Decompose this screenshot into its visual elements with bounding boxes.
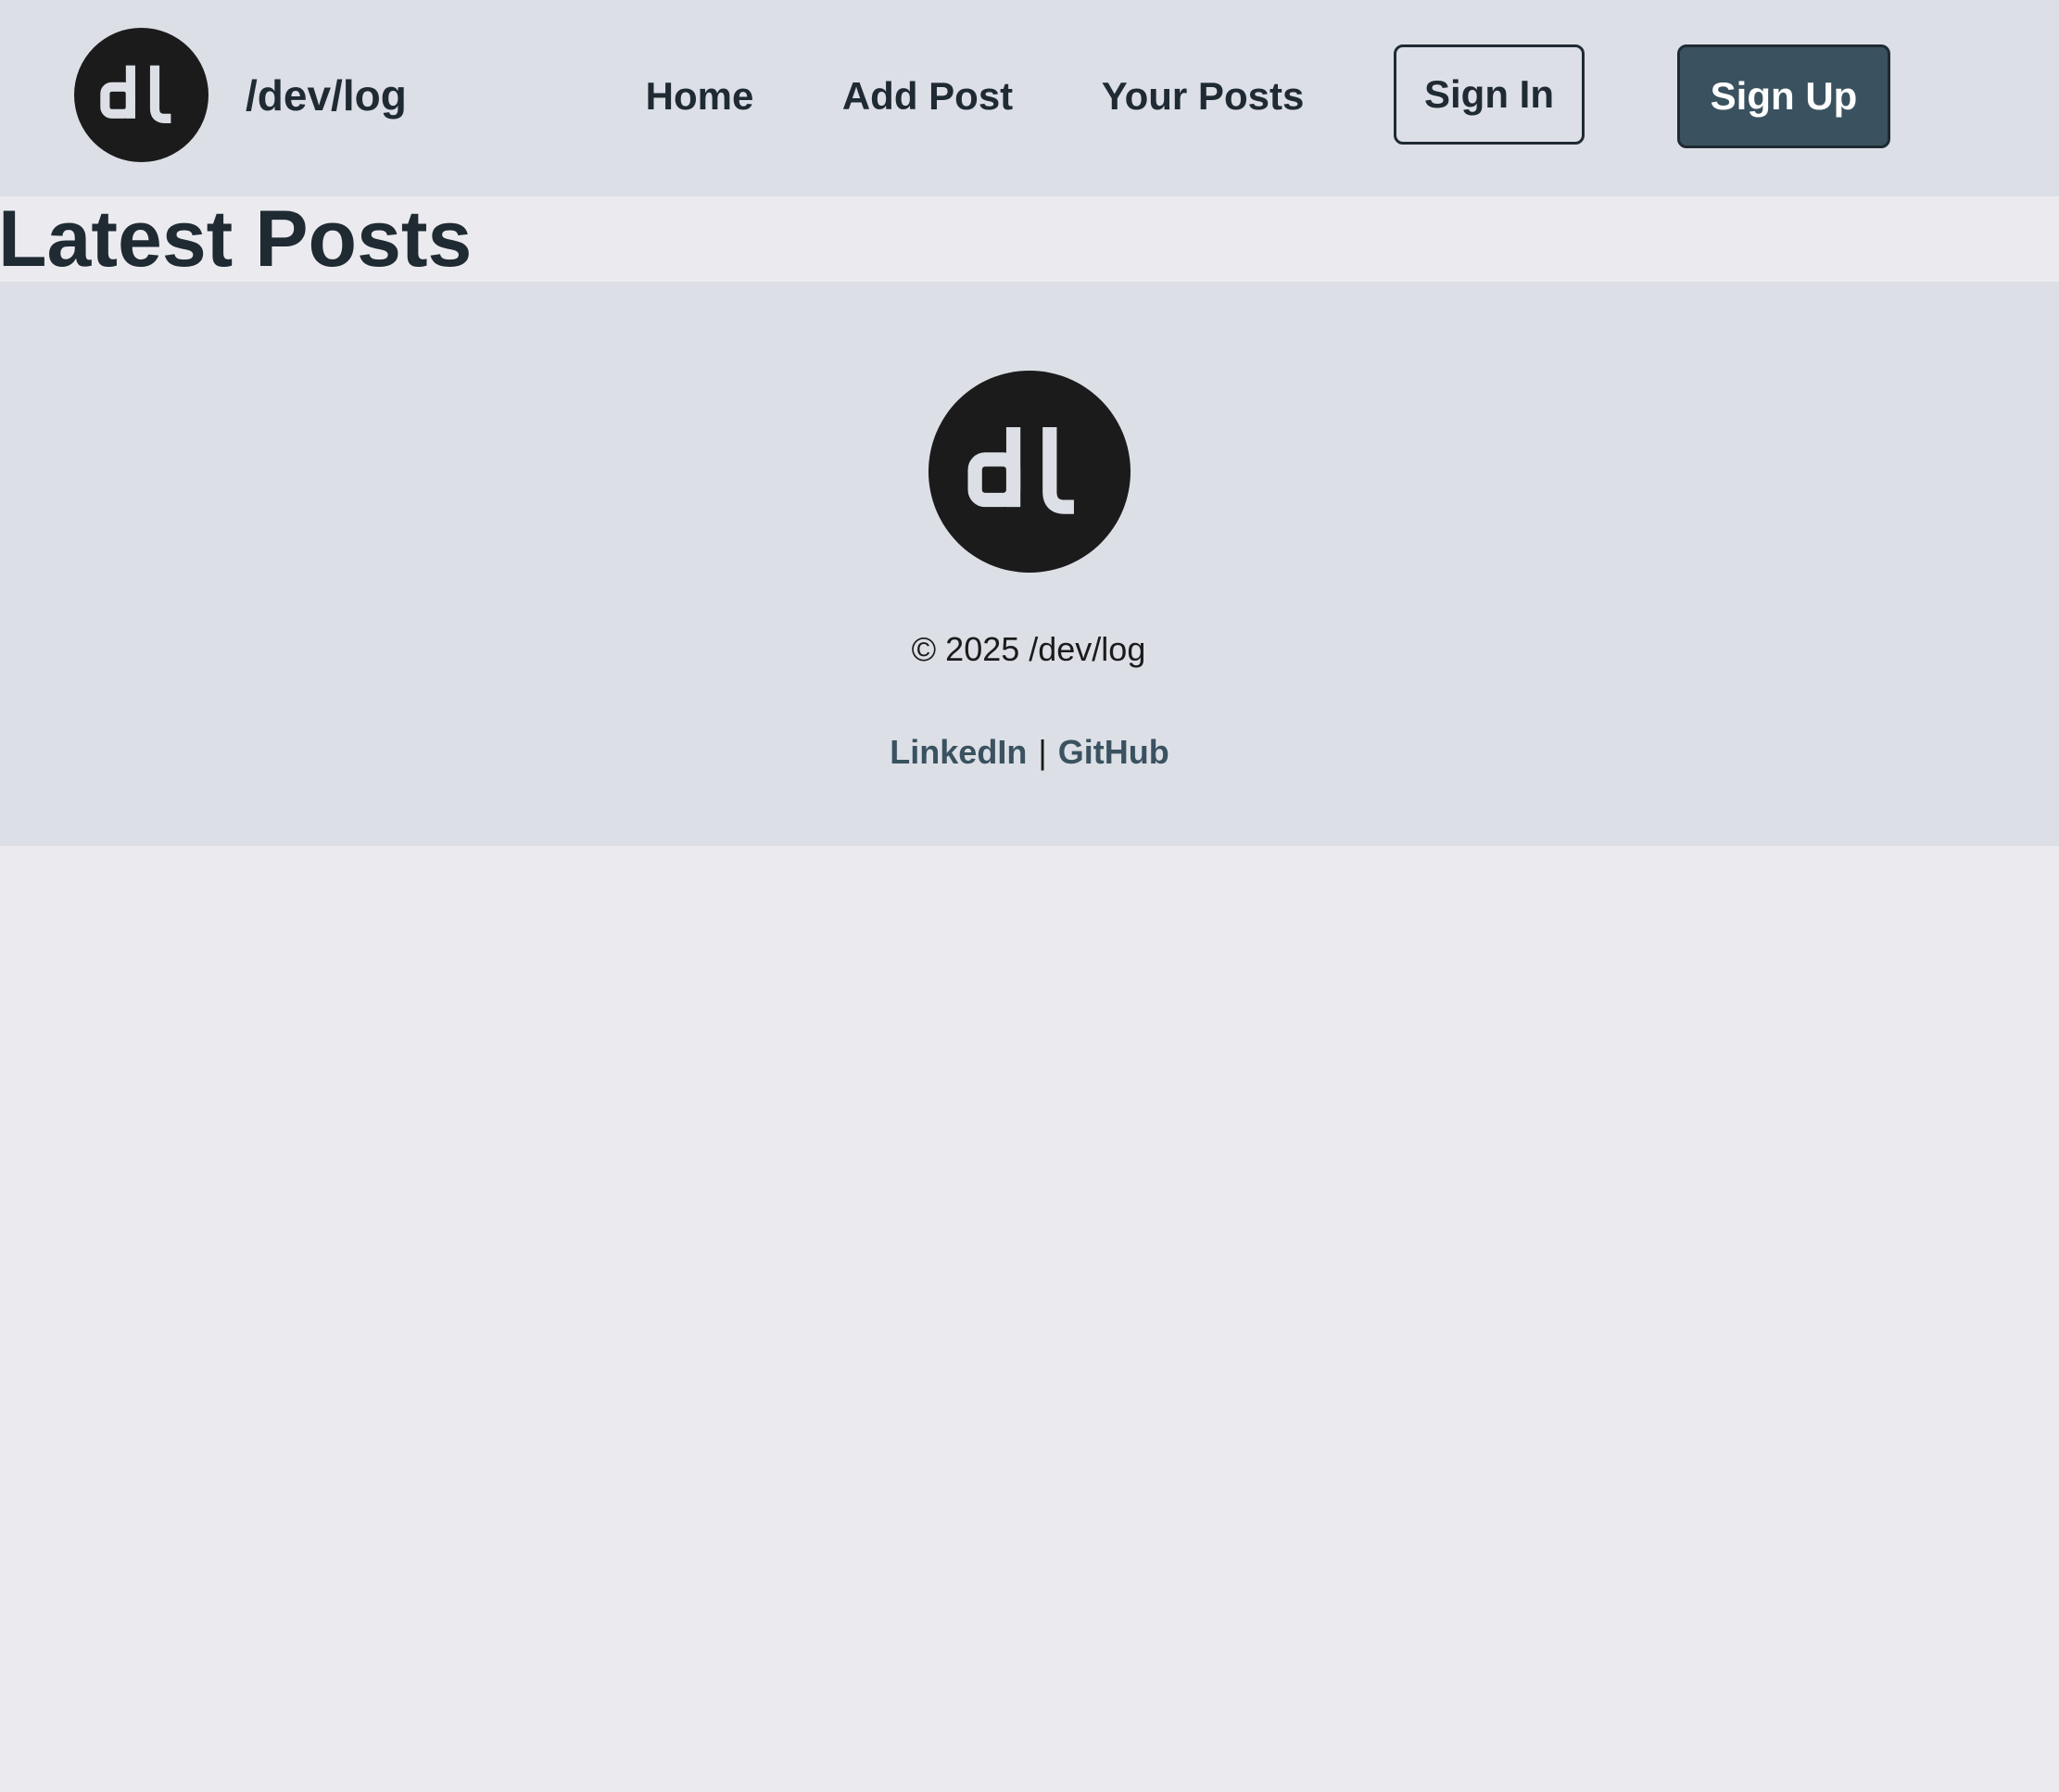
footer-link-separator: | [1038,733,1047,771]
footer-logo-icon [928,371,1131,573]
site-name[interactable]: /dev/log [246,70,407,120]
copyright-text: © 2025 /dev/log [911,630,1146,668]
site-footer: © 2025 /dev/log LinkedIn | GitHub [0,282,2059,846]
github-link[interactable]: GitHub [1058,733,1169,771]
sign-in-button[interactable]: Sign In [1394,44,1585,145]
site-header: /dev/log Home Add Post Your Posts Sign I… [0,0,2059,196]
page-title: Latest Posts [0,195,473,284]
linkedin-link[interactable]: LinkedIn [890,733,1027,771]
logo-icon[interactable] [74,28,208,162]
nav-home-link[interactable]: Home [646,74,754,119]
logo-mark-icon [100,65,171,123]
nav-your-posts-link[interactable]: Your Posts [1102,74,1305,119]
footer-links: LinkedIn | GitHub [890,733,1168,772]
nav-add-post-link[interactable]: Add Post [842,74,1013,119]
sign-up-button[interactable]: Sign Up [1677,44,1890,148]
footer-logo-mark-icon [967,427,1074,514]
